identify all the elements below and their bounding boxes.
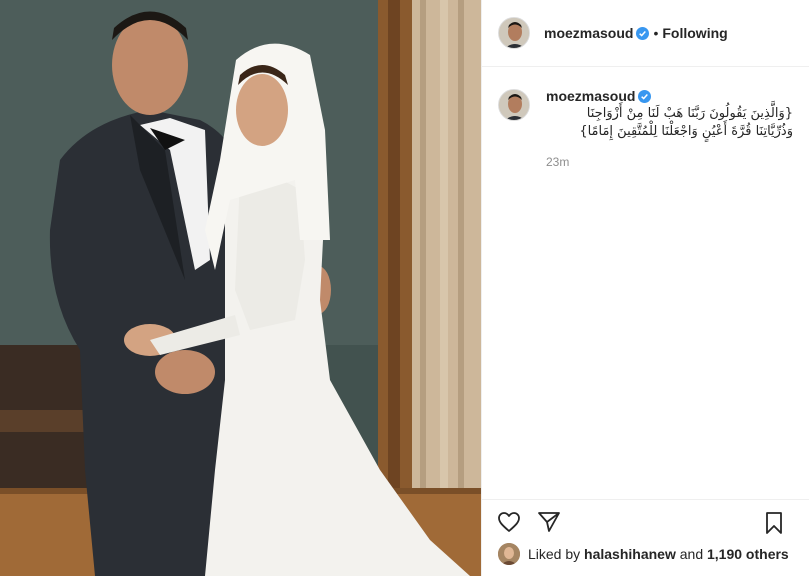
instagram-post: moezmasoud • Following moezmasoud {وَالَ… <box>0 0 809 576</box>
caption-avatar[interactable] <box>498 89 530 121</box>
liker-avatar[interactable] <box>498 543 520 565</box>
verified-badge-icon <box>638 90 652 103</box>
share-icon[interactable] <box>536 509 562 535</box>
following-button[interactable]: Following <box>662 25 727 41</box>
author-avatar[interactable] <box>498 17 530 49</box>
post-header: moezmasoud • Following <box>482 0 809 67</box>
caption-line: moezmasoud {وَالَّذِينَ يَقُولُونَ رَبَّ… <box>546 87 793 141</box>
likes-summary: Liked by halashihanew and 1,190 others <box>498 543 789 565</box>
likes-prefix: Liked by <box>528 546 581 562</box>
caption-body: moezmasoud {وَالَّذِينَ يَقُولُونَ رَبَّ… <box>546 87 793 169</box>
bookmark-icon[interactable] <box>761 510 787 536</box>
verified-badge-icon <box>636 26 650 40</box>
post-timestamp[interactable]: 23m <box>546 155 793 169</box>
post-side-panel: moezmasoud • Following moezmasoud {وَالَ… <box>481 0 809 576</box>
caption-text: {وَالَّذِينَ يَقُولُونَ رَبَّنَا هَبْ لَ… <box>579 106 793 139</box>
heart-icon[interactable] <box>496 509 522 535</box>
post-caption: moezmasoud {وَالَّذِينَ يَقُولُونَ رَبَّ… <box>482 67 809 169</box>
likes-count[interactable]: 1,190 others <box>707 546 789 562</box>
header-separator: • <box>653 25 659 41</box>
post-actions <box>482 499 809 543</box>
caption-username[interactable]: moezmasoud <box>546 88 635 104</box>
author-username[interactable]: moezmasoud <box>544 25 633 41</box>
liker-username[interactable]: halashihanew <box>584 546 676 562</box>
likes-middle: and <box>679 546 704 562</box>
post-photo[interactable] <box>0 0 481 576</box>
